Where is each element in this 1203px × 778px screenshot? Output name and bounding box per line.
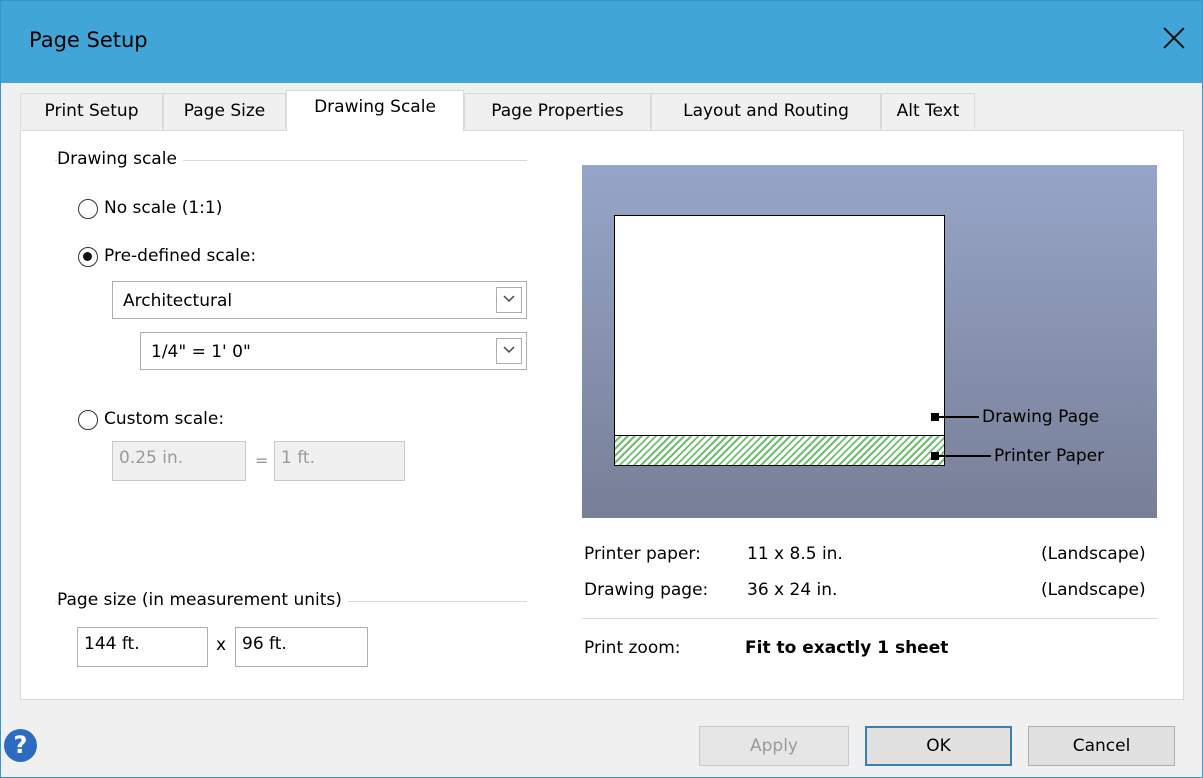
drawing-page-label: Drawing page:	[584, 580, 709, 600]
tab-print-setup[interactable]: Print Setup	[20, 93, 163, 129]
page-width-input[interactable]: 144 ft.	[77, 627, 208, 667]
equals-sign: =	[255, 451, 269, 470]
printer-paper-value: 11 x 8.5 in.	[747, 544, 843, 564]
drawing-page-orientation: (Landscape)	[1041, 580, 1146, 600]
printer-paper-leader	[939, 455, 991, 457]
printer-paper-label: Printer paper:	[584, 544, 701, 564]
page-size-group-label: Page size (in measurement units)	[57, 590, 348, 610]
print-zoom-label: Print zoom:	[584, 638, 681, 658]
chevron-down-icon[interactable]	[496, 338, 522, 364]
no-scale-radio[interactable]	[78, 199, 98, 219]
custom-scale-right-input[interactable]: 1 ft.	[274, 441, 405, 481]
help-icon[interactable]: ?	[4, 729, 37, 762]
custom-scale-label[interactable]: Custom scale:	[104, 409, 224, 429]
no-scale-label[interactable]: No scale (1:1)	[104, 198, 222, 218]
predefined-scale-radio[interactable]	[78, 247, 98, 267]
scale-type-select[interactable]: Architectural	[112, 281, 527, 319]
scale-type-value: Architectural	[123, 291, 233, 311]
chevron-down-icon[interactable]	[496, 287, 522, 313]
printer-paper-hatch	[614, 435, 945, 466]
printer-paper-marker	[931, 452, 939, 460]
drawing-page-callout: Drawing Page	[982, 407, 1100, 427]
ok-button[interactable]: OK	[865, 726, 1012, 766]
drawing-page-rect	[614, 215, 945, 466]
cancel-button[interactable]: Cancel	[1028, 726, 1175, 766]
custom-scale-left-input[interactable]: 0.25 in.	[112, 441, 246, 481]
drawing-page-leader	[939, 416, 979, 418]
scale-value-select[interactable]: 1/4" = 1' 0"	[140, 332, 527, 370]
tab-drawing-scale[interactable]: Drawing Scale	[286, 90, 464, 131]
close-icon[interactable]	[1159, 23, 1189, 53]
tab-page-properties[interactable]: Page Properties	[464, 93, 651, 129]
tab-page-size[interactable]: Page Size	[163, 93, 286, 129]
page-setup-dialog: Page Setup Print Setup Page Size Drawing…	[0, 0, 1203, 778]
print-zoom-value: Fit to exactly 1 sheet	[745, 638, 949, 658]
scale-value: 1/4" = 1' 0"	[151, 342, 251, 362]
info-separator	[582, 618, 1157, 619]
tab-alt-text[interactable]: Alt Text	[881, 93, 975, 129]
window-title: Page Setup	[29, 28, 148, 52]
tab-layout-and-routing[interactable]: Layout and Routing	[651, 93, 881, 129]
apply-button[interactable]: Apply	[699, 726, 849, 766]
printer-paper-orientation: (Landscape)	[1041, 544, 1146, 564]
times-sign: x	[216, 635, 227, 655]
drawing-scale-group-label: Drawing scale	[57, 149, 183, 169]
custom-scale-radio[interactable]	[78, 410, 98, 430]
drawing-page-value: 36 x 24 in.	[747, 580, 838, 600]
predefined-scale-label[interactable]: Pre-defined scale:	[104, 246, 256, 266]
title-bar: Page Setup	[1, 1, 1202, 83]
printer-paper-callout: Printer Paper	[994, 446, 1105, 466]
page-height-input[interactable]: 96 ft.	[235, 627, 368, 667]
drawing-page-marker	[931, 413, 939, 421]
